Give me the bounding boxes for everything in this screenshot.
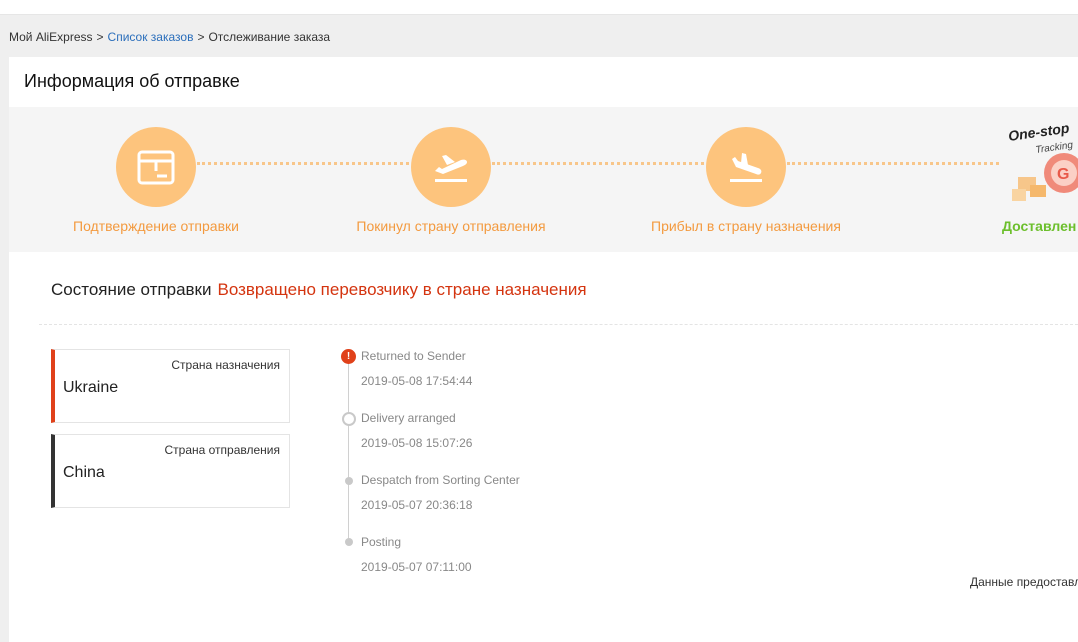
event-description: Posting	[361, 535, 402, 549]
step-label-arrived: Прибыл в страну назначения	[651, 218, 841, 234]
origin-country-name: China	[63, 464, 105, 481]
plane-landing-icon	[730, 153, 762, 182]
event-time: 2019-05-08 15:07:26	[361, 436, 473, 450]
left-gutter	[0, 57, 9, 642]
plane-takeoff-icon	[435, 155, 467, 182]
origin-country-card: Страна отправления China	[51, 434, 290, 508]
step-label-departed: Покинул страну отправления	[356, 218, 546, 234]
svg-text:G: G	[1057, 166, 1069, 183]
step-label-confirm: Подтверждение отправки	[73, 218, 239, 234]
alert-icon: !	[341, 349, 356, 364]
destination-country-label: Страна назначения	[171, 358, 280, 372]
breadcrumb-separator: >	[197, 30, 205, 44]
step-label-delivered: Доставлен	[1002, 218, 1077, 234]
divider	[39, 324, 1078, 325]
step-departed-circle	[411, 127, 491, 207]
progress-connector	[492, 162, 704, 165]
one-stop-tracking-icon[interactable]: One-stop Tracking G	[1004, 113, 1078, 213]
breadcrumb: Мой AliExpress > Список заказов > Отслеживан…	[9, 30, 330, 44]
progress-tracker: One-stop Tracking G Подтверждение отправ…	[9, 107, 1078, 252]
step-arrived-circle	[706, 127, 786, 207]
progress-connector	[787, 162, 999, 165]
event-time: 2019-05-08 17:54:44	[361, 374, 473, 388]
timeline-line	[348, 356, 349, 542]
event-time: 2019-05-07 20:36:18	[361, 498, 473, 512]
top-strip	[0, 0, 1078, 15]
destination-country-name: Ukraine	[63, 379, 119, 396]
section-title: Информация об отправке	[24, 71, 240, 91]
step-confirm-circle	[116, 127, 196, 207]
one-stop-title: One-stop	[1007, 120, 1071, 144]
breadcrumb-current: Отслеживание заказа	[208, 30, 331, 44]
breadcrumb-separator: >	[96, 30, 104, 44]
status-value: Возвращено перевозчику в стране назначен…	[217, 280, 587, 299]
event-description: Despatch from Sorting Center	[361, 473, 520, 487]
package-icon	[137, 150, 175, 185]
breadcrumb-bar: Мой AliExpress > Список заказов > Отслеживан…	[0, 15, 1078, 57]
timeline-node	[345, 477, 353, 485]
data-provider-note: Данные предоставл	[970, 575, 1078, 589]
timeline-node-ring	[342, 412, 356, 426]
shipment-status: Состояние отправки Возвращено перевозчику…	[51, 280, 587, 300]
event-time: 2019-05-07 07:11:00	[361, 560, 472, 574]
breadcrumb-orders-link[interactable]: Список заказов	[108, 30, 194, 44]
event-description: Returned to Sender	[361, 349, 466, 363]
destination-country-card: Страна назначения Ukraine	[51, 349, 290, 423]
origin-country-label: Страна отправления	[164, 443, 281, 457]
event-description: Delivery arranged	[361, 411, 456, 425]
breadcrumb-home[interactable]: Мой AliExpress	[9, 30, 93, 44]
timeline-node	[345, 538, 353, 546]
status-label: Состояние отправки	[51, 280, 212, 299]
progress-connector	[197, 162, 409, 165]
